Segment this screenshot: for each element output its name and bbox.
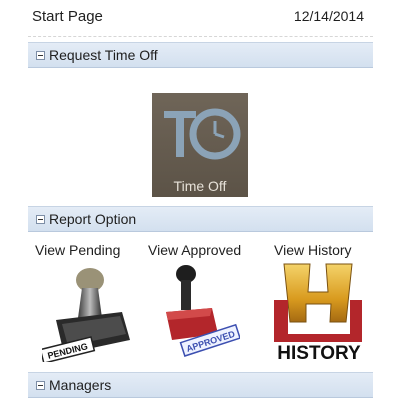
approved-stamp-icon[interactable]: APPROVED xyxy=(160,262,240,362)
current-date: 12/14/2014 xyxy=(293,8,364,24)
page-title: Start Page xyxy=(32,8,103,25)
section-label: Report Option xyxy=(49,211,137,227)
history-logo-text: HISTORY xyxy=(277,343,361,364)
view-pending-link[interactable]: View Pending xyxy=(35,242,120,258)
section-request-time-off[interactable]: Request Time Off xyxy=(28,42,373,68)
time-off-button[interactable]: Time Off xyxy=(152,93,248,197)
section-label: Request Time Off xyxy=(49,47,158,63)
view-approved-link[interactable]: View Approved xyxy=(148,242,241,258)
clock-icon xyxy=(164,108,241,160)
view-history-link[interactable]: View History xyxy=(274,242,352,258)
page-header: Start Page 12/14/2014 xyxy=(0,0,400,36)
collapse-icon[interactable] xyxy=(36,50,45,60)
pending-stamp-icon[interactable]: PENDING xyxy=(42,262,132,362)
time-off-caption: Time Off xyxy=(173,178,227,194)
collapse-icon[interactable] xyxy=(36,214,45,224)
header-divider xyxy=(28,36,373,37)
collapse-icon[interactable] xyxy=(36,380,45,390)
section-managers[interactable]: Managers xyxy=(28,372,373,398)
section-label: Managers xyxy=(49,377,112,393)
section-report-option[interactable]: Report Option xyxy=(28,206,373,232)
